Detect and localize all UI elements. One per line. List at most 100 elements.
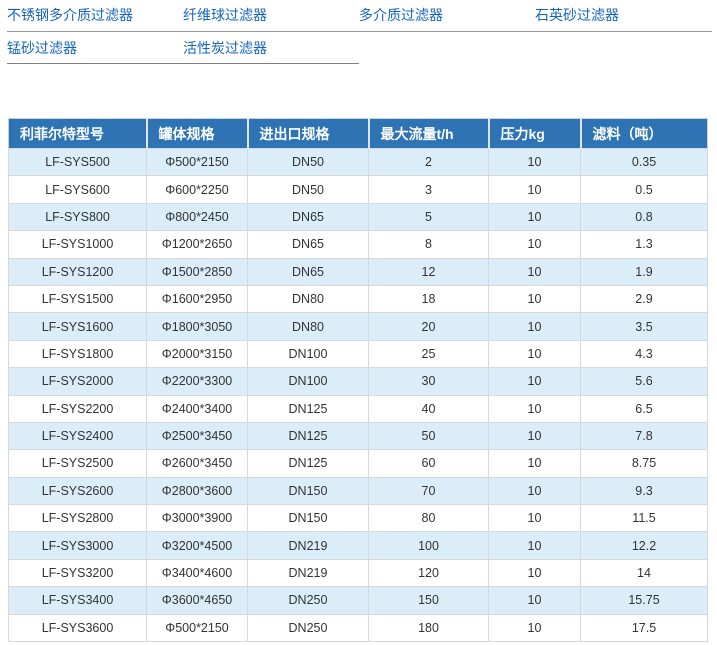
table-cell: Φ800*2450 bbox=[147, 203, 248, 230]
table-cell: DN219 bbox=[248, 532, 369, 559]
product-nav: 不锈钢多介质过滤器 纤维球过滤器 多介质过滤器 石英砂过滤器 锰砂过滤器 活性炭… bbox=[0, 0, 717, 64]
table-cell: DN65 bbox=[248, 203, 369, 230]
table-cell: LF-SYS500 bbox=[9, 149, 147, 176]
table-cell: LF-SYS1200 bbox=[9, 258, 147, 285]
table-cell: 60 bbox=[369, 450, 489, 477]
table-cell: Φ3400*4600 bbox=[147, 559, 248, 586]
table-cell: 4.3 bbox=[581, 340, 708, 367]
table-cell: LF-SYS3600 bbox=[9, 614, 147, 641]
table-cell: 15.75 bbox=[581, 587, 708, 614]
table-row: LF-SYS2800Φ3000*3900DN150801011.5 bbox=[9, 505, 708, 532]
table-cell: 10 bbox=[489, 532, 581, 559]
table-cell: 2 bbox=[369, 149, 489, 176]
table-cell: 40 bbox=[369, 395, 489, 422]
table-row: LF-SYS2600Φ2800*3600DN15070109.3 bbox=[9, 477, 708, 504]
table-cell: 0.5 bbox=[581, 176, 708, 203]
table-cell: DN65 bbox=[248, 258, 369, 285]
table-cell: 10 bbox=[489, 477, 581, 504]
table-cell: 11.5 bbox=[581, 505, 708, 532]
table-cell: LF-SYS3000 bbox=[9, 532, 147, 559]
table-cell: Φ3200*4500 bbox=[147, 532, 248, 559]
table-cell: LF-SYS800 bbox=[9, 203, 147, 230]
table-row: LF-SYS1200Φ1500*2850DN6512101.9 bbox=[9, 258, 708, 285]
header-inlet-outlet-spec: 进出口规格 bbox=[248, 119, 369, 149]
table-cell: DN150 bbox=[248, 505, 369, 532]
table-cell: 80 bbox=[369, 505, 489, 532]
table-row: LF-SYS3600Φ500*2150DN2501801017.5 bbox=[9, 614, 708, 641]
table-cell: 6.5 bbox=[581, 395, 708, 422]
table-cell: LF-SYS1000 bbox=[9, 231, 147, 258]
header-pressure: 压力kg bbox=[489, 119, 581, 149]
table-cell: 0.8 bbox=[581, 203, 708, 230]
table-cell: 180 bbox=[369, 614, 489, 641]
table-cell: Φ3000*3900 bbox=[147, 505, 248, 532]
table-cell: LF-SYS3200 bbox=[9, 559, 147, 586]
table-cell: LF-SYS1600 bbox=[9, 313, 147, 340]
nav-link-fiber-ball-filter[interactable]: 纤维球过滤器 bbox=[183, 7, 267, 23]
table-cell: 12.2 bbox=[581, 532, 708, 559]
table-cell: 1.9 bbox=[581, 258, 708, 285]
table-cell: 3.5 bbox=[581, 313, 708, 340]
table-cell: 10 bbox=[489, 395, 581, 422]
nav-link-stainless-multimedia-filter[interactable]: 不锈钢多介质过滤器 bbox=[7, 7, 133, 23]
table-row: LF-SYS1500Φ1600*2950DN8018102.9 bbox=[9, 285, 708, 312]
nav-row-2: 锰砂过滤器 活性炭过滤器 bbox=[7, 40, 359, 64]
table-cell: 2.9 bbox=[581, 285, 708, 312]
table-cell: LF-SYS1500 bbox=[9, 285, 147, 312]
table-cell: Φ3600*4650 bbox=[147, 587, 248, 614]
table-cell: 5.6 bbox=[581, 368, 708, 395]
table-cell: LF-SYS600 bbox=[9, 176, 147, 203]
nav-link-multimedia-filter[interactable]: 多介质过滤器 bbox=[359, 7, 443, 23]
table-header-row: 利菲尔特型号 罐体规格 进出口规格 最大流量t/h 压力kg 滤料（吨） bbox=[9, 119, 708, 149]
table-cell: 8 bbox=[369, 231, 489, 258]
table-cell: DN65 bbox=[248, 231, 369, 258]
table-cell: Φ2600*3450 bbox=[147, 450, 248, 477]
table-row: LF-SYS2400Φ2500*3450DN12550107.8 bbox=[9, 422, 708, 449]
nav-cell: 纤维球过滤器 bbox=[183, 7, 359, 25]
nav-cell: 多介质过滤器 bbox=[359, 7, 535, 25]
table-cell: 9.3 bbox=[581, 477, 708, 504]
table-row: LF-SYS3200Φ3400*4600DN2191201014 bbox=[9, 559, 708, 586]
table-cell: 8.75 bbox=[581, 450, 708, 477]
nav-link-quartz-sand-filter[interactable]: 石英砂过滤器 bbox=[535, 7, 619, 23]
table-cell: 14 bbox=[581, 559, 708, 586]
header-media-tons: 滤料（吨） bbox=[581, 119, 708, 149]
table-cell: 30 bbox=[369, 368, 489, 395]
table-cell: 120 bbox=[369, 559, 489, 586]
table-cell: LF-SYS2800 bbox=[9, 505, 147, 532]
nav-cell: 活性炭过滤器 bbox=[183, 40, 359, 58]
table-row: LF-SYS1800Φ2000*3150DN10025104.3 bbox=[9, 340, 708, 367]
nav-link-activated-carbon-filter[interactable]: 活性炭过滤器 bbox=[183, 40, 267, 56]
table-cell: 18 bbox=[369, 285, 489, 312]
table-cell: 10 bbox=[489, 313, 581, 340]
table-cell: LF-SYS2400 bbox=[9, 422, 147, 449]
table-cell: 10 bbox=[489, 258, 581, 285]
table-cell: LF-SYS2200 bbox=[9, 395, 147, 422]
table-cell: DN100 bbox=[248, 340, 369, 367]
table-cell: Φ600*2250 bbox=[147, 176, 248, 203]
table-cell: LF-SYS2600 bbox=[9, 477, 147, 504]
nav-link-manganese-sand-filter[interactable]: 锰砂过滤器 bbox=[7, 40, 77, 56]
table-cell: DN80 bbox=[248, 285, 369, 312]
table-cell: LF-SYS2500 bbox=[9, 450, 147, 477]
table-cell: Φ500*2150 bbox=[147, 614, 248, 641]
table-cell: 10 bbox=[489, 505, 581, 532]
nav-row-1: 不锈钢多介质过滤器 纤维球过滤器 多介质过滤器 石英砂过滤器 bbox=[7, 7, 712, 32]
table-cell: DN150 bbox=[248, 477, 369, 504]
table-cell: 10 bbox=[489, 422, 581, 449]
table-cell: DN125 bbox=[248, 395, 369, 422]
table-cell: Φ2500*3450 bbox=[147, 422, 248, 449]
header-max-flow: 最大流量t/h bbox=[369, 119, 489, 149]
table-cell: 5 bbox=[369, 203, 489, 230]
table-cell: DN219 bbox=[248, 559, 369, 586]
table-cell: DN125 bbox=[248, 450, 369, 477]
table-cell: 150 bbox=[369, 587, 489, 614]
table-cell: Φ1800*3050 bbox=[147, 313, 248, 340]
table-cell: 10 bbox=[489, 231, 581, 258]
table-cell: 10 bbox=[489, 450, 581, 477]
table-cell: Φ500*2150 bbox=[147, 149, 248, 176]
table-cell: 0.35 bbox=[581, 149, 708, 176]
table-cell: LF-SYS2000 bbox=[9, 368, 147, 395]
table-cell: 25 bbox=[369, 340, 489, 367]
table-cell: 70 bbox=[369, 477, 489, 504]
